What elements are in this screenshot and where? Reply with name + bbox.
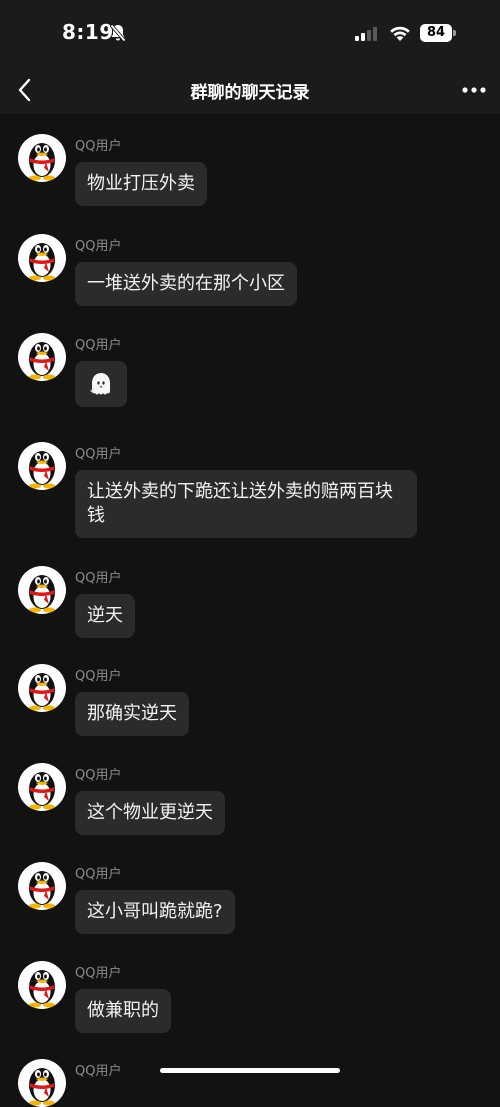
message-bubble[interactable]: 逆天: [75, 594, 135, 638]
sender-name: QQ用户: [75, 966, 122, 981]
chat-history[interactable]: QQ用户 物业打压外卖 QQ用户 一堆送外卖的在那个小区 QQ用户 QQ用户 让…: [0, 114, 500, 1107]
home-indicator[interactable]: [160, 1068, 340, 1073]
penguin-avatar-icon: [29, 673, 55, 711]
sender-name: QQ用户: [75, 1064, 122, 1079]
avatar[interactable]: [18, 234, 66, 282]
avatar[interactable]: [18, 664, 66, 712]
penguin-avatar-icon: [29, 970, 55, 1008]
battery-tip: [453, 30, 456, 36]
penguin-avatar-icon: [29, 243, 55, 281]
message-bubble[interactable]: 让送外卖的下跪还让送外卖的赔两百块钱: [75, 470, 417, 538]
signal-icon: [355, 27, 377, 41]
nav-bar: 群聊的聊天记录: [0, 66, 500, 114]
status-bar: 8:19 84: [0, 0, 500, 66]
sender-name: QQ用户: [75, 139, 122, 154]
more-options-icon[interactable]: [462, 86, 486, 94]
avatar[interactable]: [18, 961, 66, 1009]
message-bubble[interactable]: 一堆送外卖的在那个小区: [75, 262, 297, 306]
penguin-avatar-icon: [29, 342, 55, 380]
message-bubble[interactable]: 这小哥叫跪就跪?: [75, 890, 235, 934]
penguin-avatar-icon: [29, 575, 55, 613]
message-bubble[interactable]: 那确实逆天: [75, 692, 189, 736]
message-bubble[interactable]: 这个物业更逆天: [75, 791, 225, 835]
penguin-avatar-icon: [29, 1068, 55, 1106]
wifi-icon: [390, 26, 410, 41]
sender-name: QQ用户: [75, 669, 122, 684]
message-bubble[interactable]: 物业打压外卖: [75, 162, 207, 206]
sticker-bubble[interactable]: [75, 361, 127, 407]
sender-name: QQ用户: [75, 768, 122, 783]
sender-name: QQ用户: [75, 867, 122, 882]
message-bubble[interactable]: 做兼职的: [75, 989, 171, 1033]
bell-muted-icon: [110, 24, 126, 42]
sender-name: QQ用户: [75, 571, 122, 586]
sender-name: QQ用户: [75, 239, 122, 254]
avatar[interactable]: [18, 134, 66, 182]
sender-name: QQ用户: [75, 447, 122, 462]
battery-indicator: 84: [420, 24, 456, 42]
avatar[interactable]: [18, 333, 66, 381]
battery-percent: 84: [426, 25, 446, 40]
penguin-avatar-icon: [29, 143, 55, 181]
avatar[interactable]: [18, 862, 66, 910]
avatar[interactable]: [18, 763, 66, 811]
avatar[interactable]: [18, 566, 66, 614]
penguin-avatar-icon: [29, 871, 55, 909]
sender-name: QQ用户: [75, 338, 122, 353]
avatar[interactable]: [18, 1059, 66, 1107]
status-time: 8:19: [62, 20, 114, 44]
penguin-avatar-icon: [29, 772, 55, 810]
page-title: 群聊的聊天记录: [190, 83, 310, 103]
avatar[interactable]: [18, 442, 66, 490]
ghost-emoji-icon: [90, 373, 110, 395]
penguin-avatar-icon: [29, 451, 55, 489]
